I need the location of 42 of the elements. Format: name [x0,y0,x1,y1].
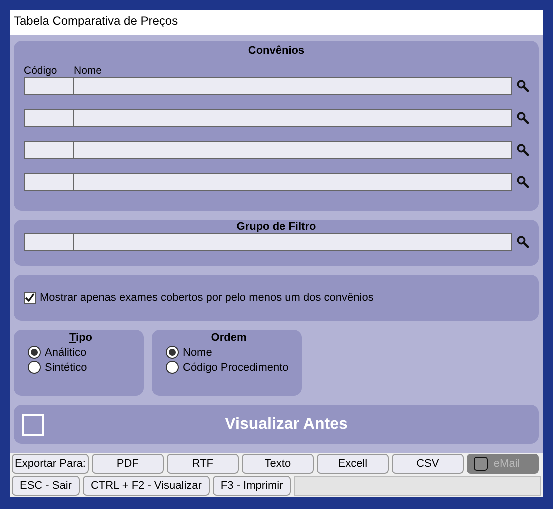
name-field[interactable] [74,77,512,95]
action-button[interactable]: CTRL + F2 - Visualizar [82,476,210,496]
search-icon[interactable] [517,236,529,248]
checkbox-label: Mostrar apenas exames cobertos por pelo menos um dos convênios [40,292,374,304]
export-button[interactable]: PDF [92,454,164,474]
code-field[interactable] [24,173,74,191]
code-field[interactable] [24,109,74,127]
preview-label: Visualizar Antes [224,416,349,434]
action-button[interactable]: F3 - Imprimir [212,476,292,496]
name-field[interactable] [74,173,512,191]
column-header: Código [24,65,58,77]
code-field[interactable] [24,77,74,95]
radio-button[interactable] [28,361,41,374]
name-field[interactable] [74,141,512,159]
search-icon[interactable] [517,112,529,124]
radio-label: Código Procedimento [183,362,289,374]
radio-label: Nome [183,346,212,358]
export-label: Exportar Para: [12,454,89,474]
export-button[interactable]: RTF [166,454,239,474]
panel-title: Grupo de Filtro [236,221,318,233]
export-button[interactable]: Texto [242,454,314,474]
radio-button[interactable] [28,346,41,359]
search-icon[interactable] [517,144,529,156]
code-field[interactable] [24,141,74,159]
window-title: Tabela Comparativa de Preços [10,10,543,35]
panel-title: Convênios [247,45,306,57]
group-title: Ordem [210,332,248,344]
name-field[interactable] [74,109,512,127]
radio-button[interactable] [166,346,179,359]
checkbox[interactable] [24,292,36,304]
search-icon[interactable] [517,80,529,92]
export-button[interactable]: CSV [392,454,464,474]
export-button[interactable]: Excell [316,454,389,474]
name-field[interactable] [74,233,512,251]
radio-label: Sintético [45,362,88,374]
column-header: Nome [74,65,104,77]
search-icon[interactable] [517,176,529,188]
group-title: Tipo [68,332,94,344]
code-field[interactable] [24,233,74,251]
radio-button[interactable] [166,361,179,374]
action-button[interactable]: ESC - Sair [12,476,80,496]
radio-label: Análitico [45,346,87,358]
